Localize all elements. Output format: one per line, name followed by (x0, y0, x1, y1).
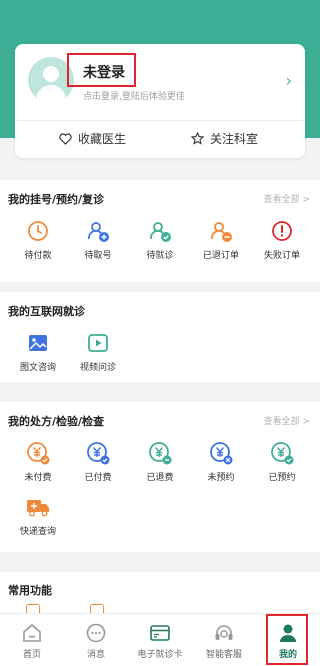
highlight-box (266, 614, 308, 665)
not-booked-item[interactable]: 未预约 (191, 440, 251, 483)
yen-icon (208, 440, 234, 466)
section-title: 我的挂号/预约/复诊 (8, 193, 105, 206)
favorite-doctors-link[interactable]: 收藏医生 (59, 130, 126, 147)
user-card[interactable]: 未登录 点击登录,登陆后体验更佳 › 收藏医生 关注科室 (15, 44, 305, 158)
tab-electronic-card[interactable]: 电子就诊卡 (128, 614, 192, 666)
common-function-icon[interactable] (90, 604, 104, 613)
favorite-doctors-label: 收藏医生 (78, 132, 127, 146)
view-all-link[interactable]: 查看全部 > (264, 414, 310, 427)
refunded-orders-item[interactable]: 已退订单 (191, 218, 251, 261)
video-icon (85, 330, 111, 356)
chevron-right-icon[interactable]: › (286, 71, 292, 90)
view-all-link[interactable]: 查看全部 > (264, 192, 310, 205)
star-icon (191, 132, 204, 145)
follow-departments-link[interactable]: 关注科室 (191, 130, 258, 147)
tab-home[interactable]: 首页 (0, 614, 64, 666)
yen-icon (269, 440, 295, 466)
image-icon (25, 330, 51, 356)
section-title: 我的处方/检验/检查 (8, 415, 105, 428)
common-function-icon[interactable] (26, 604, 40, 613)
tab-smart-service[interactable]: 智能客服 (192, 614, 256, 666)
internet-consultation-section: 我的互联网就诊 图文咨询 视频问诊 (0, 292, 320, 382)
paid-item[interactable]: 已付费 (68, 440, 128, 483)
profile-page: 未登录 点击登录,登陆后体验更佳 › 收藏医生 关注科室 我的挂号/预约/复诊 … (0, 0, 320, 666)
headset-icon (213, 622, 235, 644)
card-icon (149, 622, 171, 644)
clock-icon (25, 218, 51, 244)
alert-icon (269, 218, 295, 244)
awaiting-visit-item[interactable]: 待就诊 (130, 218, 190, 261)
pending-payment-item[interactable]: 待付款 (8, 218, 68, 261)
divider (15, 120, 305, 121)
home-icon (21, 622, 43, 644)
yen-icon (25, 440, 51, 466)
heart-icon (59, 132, 72, 145)
prescription-section: 我的处方/检验/检查 查看全部 > 未付费 已付费 已退费 未预约 已预约 快递… (0, 402, 320, 552)
express-tracking-item[interactable]: 快递查询 (8, 494, 68, 537)
message-icon (85, 622, 107, 644)
user-add-icon (85, 218, 111, 244)
login-hint: 点击登录,登陆后体验更佳 (83, 92, 185, 102)
image-text-consult-item[interactable]: 图文咨询 (8, 330, 68, 373)
bottom-tab-bar: 首页 消息 电子就诊卡 智能客服 我的 (0, 613, 320, 666)
user-return-icon (208, 218, 234, 244)
yen-icon (147, 440, 173, 466)
booked-item[interactable]: 已预约 (252, 440, 312, 483)
unpaid-item[interactable]: 未付费 (8, 440, 68, 483)
failed-orders-item[interactable]: 失败订单 (252, 218, 312, 261)
registration-section: 我的挂号/预约/复诊 查看全部 > 待付款 待取号 待就诊 已退订单 失败订单 (0, 180, 320, 282)
refunded-item[interactable]: 已退费 (130, 440, 190, 483)
common-functions-section: 常用功能 (0, 572, 320, 613)
user-check-icon (147, 218, 173, 244)
video-consult-item[interactable]: 视频问诊 (68, 330, 128, 373)
section-title: 常用功能 (8, 584, 52, 597)
truck-icon (25, 494, 51, 520)
follow-departments-label: 关注科室 (210, 132, 259, 146)
section-title: 我的互联网就诊 (8, 305, 85, 318)
tab-messages[interactable]: 消息 (64, 614, 128, 666)
yen-icon (85, 440, 111, 466)
pending-ticket-item[interactable]: 待取号 (68, 218, 128, 261)
login-status[interactable]: 未登录 (83, 62, 125, 82)
